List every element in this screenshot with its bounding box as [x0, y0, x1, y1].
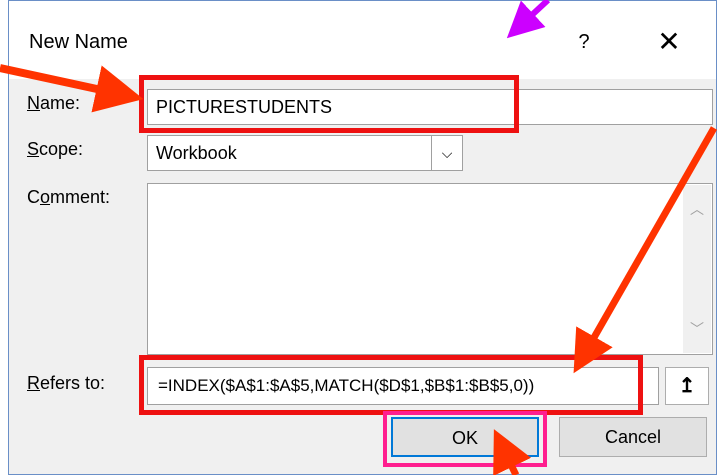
comment-textarea[interactable]: ︿ ﹀ [147, 183, 713, 355]
collapse-dialog-button[interactable]: ↥ [665, 367, 709, 405]
dialog-titlebar: New Name ? ✕ [9, 1, 716, 79]
dialog-title: New Name [29, 31, 128, 53]
chevron-down-icon[interactable]: ⌵ [431, 136, 462, 170]
collapse-upload-icon: ↥ [678, 375, 696, 397]
name-label: Name: [27, 93, 81, 113]
scope-select[interactable]: Workbook ⌵ [147, 135, 463, 171]
close-button[interactable]: ✕ [651, 25, 687, 59]
scroll-down-icon[interactable]: ﹀ [687, 319, 707, 339]
cancel-button[interactable]: Cancel [559, 417, 707, 457]
scope-select-value: Workbook [156, 143, 237, 163]
name-input-value: PICTURESTUDENTS [156, 97, 333, 117]
comment-label: Comment: [27, 187, 111, 207]
refers-to-value: =INDEX($A$1:$A$5,MATCH($D$1,$B$1:$B$5,0)… [158, 376, 535, 395]
refers-to-input[interactable]: =INDEX($A$1:$A$5,MATCH($D$1,$B$1:$B$5,0)… [147, 367, 659, 405]
comment-scrollbar[interactable]: ︿ ﹀ [683, 185, 711, 353]
help-button[interactable]: ? [569, 27, 599, 57]
refers-to-label: Refers to: [27, 373, 106, 393]
scroll-up-icon[interactable]: ︿ [687, 199, 707, 219]
new-name-dialog: New Name ? ✕ Name: PICTURESTUDENTS Scope… [8, 0, 717, 475]
name-input[interactable]: PICTURESTUDENTS [147, 89, 713, 125]
scope-label: Scope: [27, 139, 84, 159]
ok-button[interactable]: OK [391, 417, 539, 457]
